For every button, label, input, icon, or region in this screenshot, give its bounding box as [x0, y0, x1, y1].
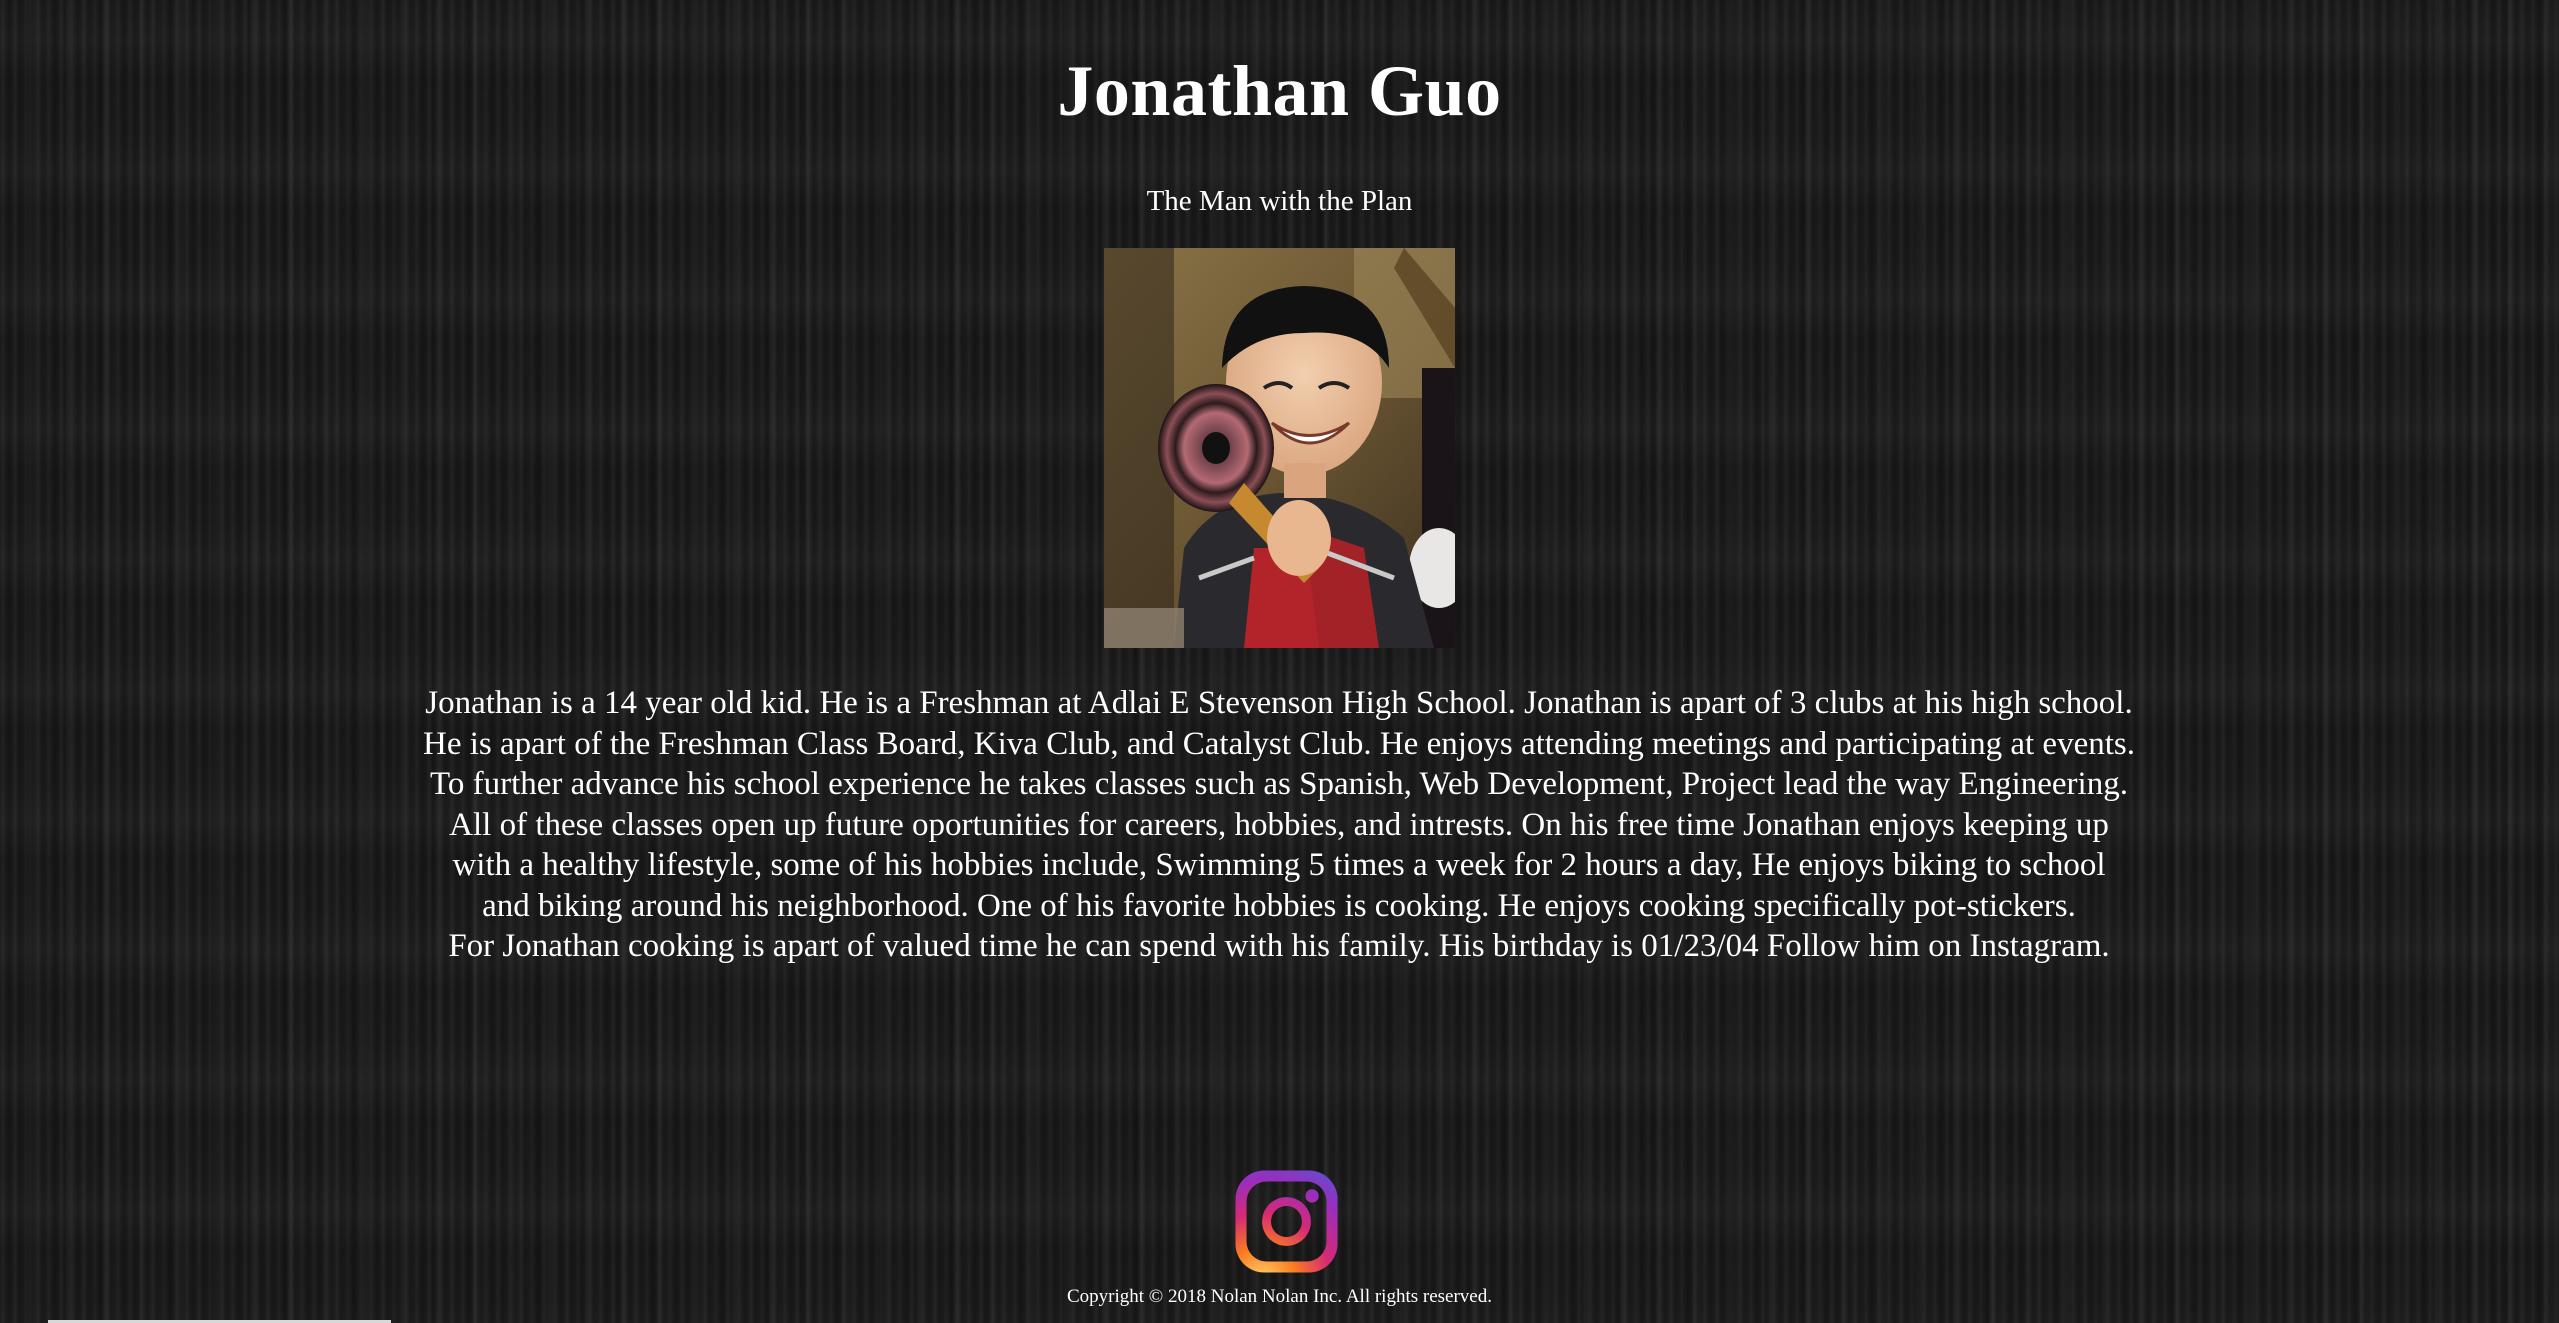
- page-title: Jonathan Guo: [1057, 51, 1502, 131]
- bio-paragraph: Jonathan is a 14 year old kid. He is a F…: [330, 683, 2228, 967]
- instagram-link[interactable]: [1231, 1166, 1342, 1277]
- copyright-text: Copyright © 2018 Nolan Nolan Inc. All ri…: [1067, 1286, 1492, 1307]
- profile-photo: [1104, 248, 1455, 648]
- bio-line: He is apart of the Freshman Class Board,…: [423, 725, 2135, 762]
- bio-line: All of these classes open up future opor…: [449, 806, 2109, 843]
- bio-line: For Jonathan cooking is apart of valued …: [448, 928, 2110, 964]
- tagline: The Man with the Plan: [1146, 185, 1413, 217]
- profile-photo-image: [1104, 248, 1455, 648]
- bio-line: and biking around his neighborhood. One …: [482, 887, 2076, 924]
- instagram-icon[interactable]: [1231, 1166, 1342, 1277]
- bio-line: To further advance his school experience…: [430, 766, 2128, 802]
- bio-line: with a healthy lifestyle, some of his ho…: [452, 847, 2106, 883]
- bio-line: Jonathan is a 14 year old kid. He is a F…: [425, 685, 2133, 721]
